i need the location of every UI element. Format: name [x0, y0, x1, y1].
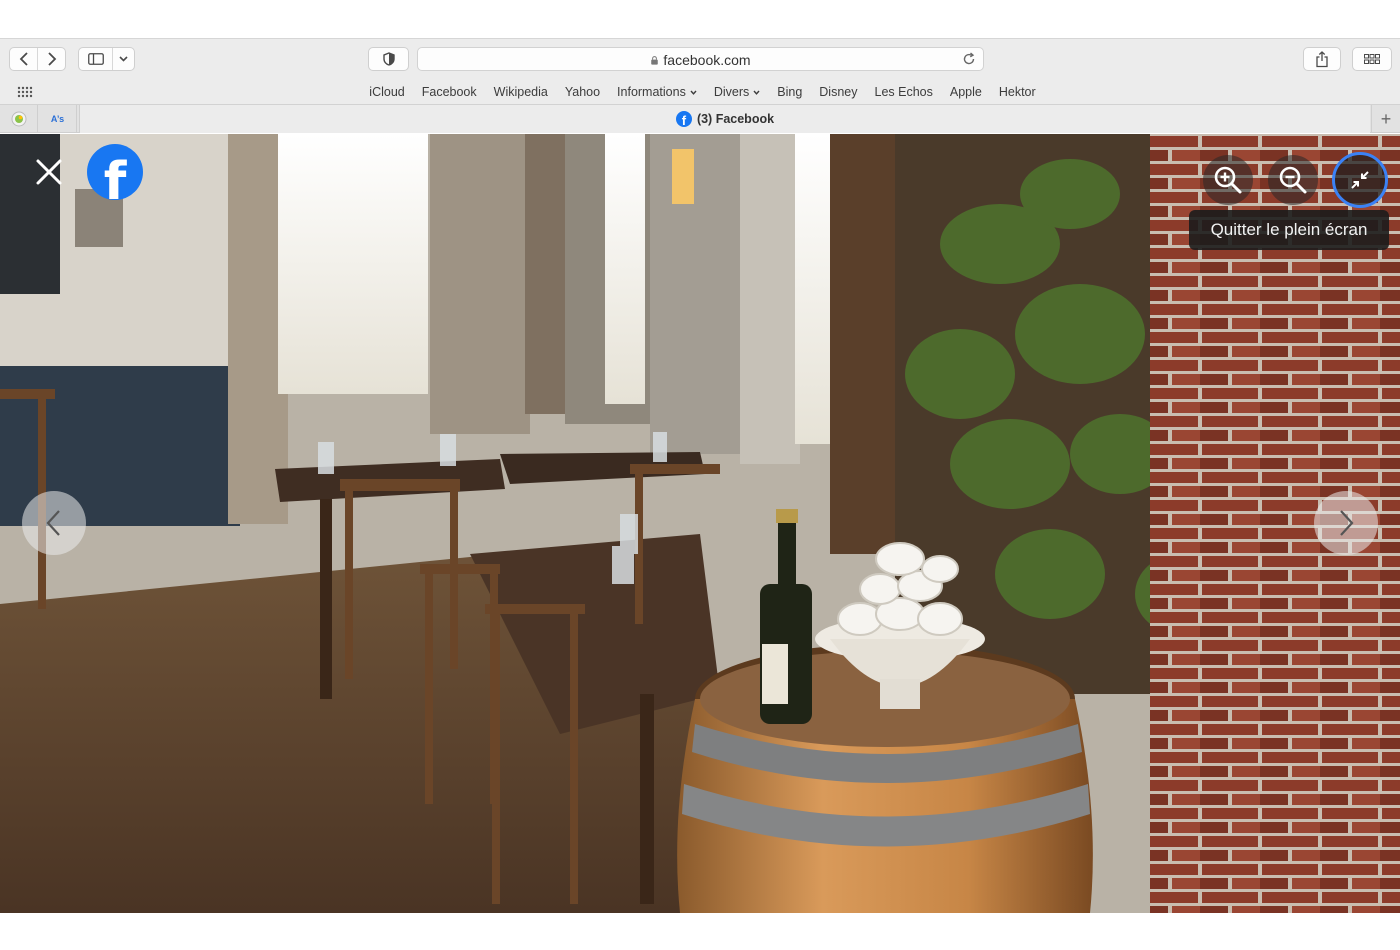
chevron-right-icon [47, 52, 56, 66]
bookmark-yahoo[interactable]: Yahoo [565, 85, 600, 99]
bookmark-folder-informations[interactable]: Informations [617, 85, 697, 99]
navigation-buttons [9, 47, 66, 71]
facebook-logo-letter: f [103, 152, 127, 200]
facebook-logo[interactable]: f [87, 144, 143, 200]
lock-icon [651, 56, 659, 65]
bookmark-label: Hektor [998, 85, 1036, 99]
previous-photo-button[interactable] [22, 491, 86, 555]
chevron-down-icon [690, 90, 697, 95]
photo-viewer: f Quitter le plein écran [0, 134, 1400, 913]
sidebar-button[interactable] [79, 48, 113, 70]
share-button[interactable] [1303, 47, 1341, 71]
bookmark-facebook[interactable]: Facebook [422, 85, 477, 99]
pinned-tab-1[interactable] [0, 105, 38, 133]
exit-fullscreen-tooltip: Quitter le plein écran [1189, 210, 1389, 250]
back-button[interactable] [10, 48, 37, 70]
bookmark-bing[interactable]: Bing [777, 85, 802, 99]
reload-icon[interactable] [961, 51, 977, 67]
bookmark-label: Disney [819, 85, 858, 99]
bookmark-label: Wikipedia [493, 85, 548, 99]
chevron-down-icon [753, 90, 760, 95]
zoom-in-icon [1214, 166, 1242, 194]
bookmark-label: iCloud [369, 85, 405, 99]
chevron-right-icon [1340, 510, 1354, 536]
url-display: facebook.com [418, 52, 983, 68]
bookmark-hektor[interactable]: Hektor [999, 85, 1036, 99]
bookmark-folder-divers[interactable]: Divers [714, 85, 760, 99]
bookmark-label: Informations [617, 85, 686, 99]
facebook-favicon-icon: f [675, 111, 692, 127]
minimize-arrows-icon [1351, 171, 1369, 189]
url-text: facebook.com [663, 52, 751, 68]
tab-overview-button[interactable] [1352, 47, 1392, 71]
next-photo-button[interactable] [1314, 491, 1378, 555]
zoom-in-button[interactable] [1203, 155, 1253, 205]
zoom-out-button[interactable] [1268, 155, 1318, 205]
new-tab-button[interactable]: + [1371, 105, 1400, 133]
bookmark-icloud[interactable]: iCloud [369, 85, 404, 99]
tab-title: (3) Facebook [696, 112, 775, 126]
tab-bar: A’s f (3) Facebook + [0, 105, 1400, 133]
plus-icon: + [1380, 108, 1392, 129]
address-bar[interactable]: facebook.com [417, 47, 984, 71]
chevron-down-icon [119, 56, 128, 62]
bookmark-wikipedia[interactable]: Wikipedia [494, 85, 548, 99]
bookmark-apple[interactable]: Apple [950, 85, 982, 99]
sidebar-menu-button[interactable] [113, 48, 134, 70]
bookmark-label: Bing [777, 85, 803, 99]
bookmark-les-echos[interactable]: Les Echos [875, 85, 933, 99]
bookmark-label: Apple [949, 85, 982, 99]
shield-icon [382, 52, 395, 66]
zoom-out-icon [1279, 166, 1307, 194]
tab-facebook[interactable]: f (3) Facebook [79, 105, 1370, 133]
restaurant-photo [0, 134, 1400, 913]
chevron-left-icon [19, 52, 28, 66]
tab-overview-icon [1364, 54, 1380, 64]
site-favicon-icon [11, 111, 26, 127]
pinned-tab-label: A’s [50, 114, 65, 124]
share-icon [1316, 50, 1328, 67]
bookmark-label: Facebook [421, 85, 477, 99]
bookmark-label: Yahoo [564, 85, 601, 99]
bookmark-disney[interactable]: Disney [819, 85, 857, 99]
bookmark-list: iCloud Facebook Wikipedia Yahoo Informat… [0, 85, 1400, 99]
bookmark-label: Les Echos [874, 85, 933, 99]
sidebar-toggle-group [78, 47, 135, 71]
favorites-bar: iCloud Facebook Wikipedia Yahoo Informat… [0, 78, 1400, 105]
browser-toolbar: facebook.com [0, 38, 1400, 78]
sidebar-icon [87, 53, 104, 65]
forward-button[interactable] [37, 48, 65, 70]
close-icon[interactable] [34, 157, 64, 187]
privacy-report-button[interactable] [368, 47, 409, 71]
exit-fullscreen-button[interactable] [1332, 152, 1388, 208]
chevron-left-icon [46, 510, 60, 536]
pinned-tab-2[interactable]: A’s [39, 105, 77, 133]
bookmark-label: Divers [713, 85, 750, 99]
